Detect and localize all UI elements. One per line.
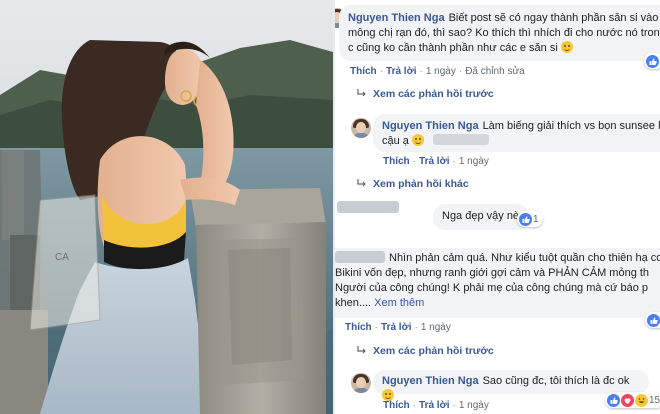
comment-text-line: cậu ạ <box>382 135 409 147</box>
comment-text-line: khen.... <box>335 297 375 309</box>
reply-link[interactable]: Trả lời <box>381 322 411 333</box>
like-reaction-icon <box>607 393 620 407</box>
comment-author[interactable]: Nguyen Thien Nga <box>348 12 445 24</box>
like-reaction-icon <box>647 313 660 327</box>
reaction-summary[interactable]: 1 <box>645 312 660 328</box>
like-link[interactable]: Thích <box>383 156 410 167</box>
view-previous-replies-label: Xem các phản hồi trước <box>373 88 494 100</box>
love-reaction-icon <box>621 393 634 407</box>
comment-text-line: Biết post sẽ có ngay thành phần săn si v… <box>448 12 660 24</box>
see-more-link[interactable]: Xem thêm <box>374 297 424 309</box>
smirk-emoji-icon <box>560 41 573 53</box>
view-previous-replies[interactable]: Xem các phản hồi trước <box>357 88 494 100</box>
photo: CA <box>0 0 333 414</box>
comment-time[interactable]: 1 ngày <box>426 66 456 77</box>
like-link[interactable]: Thích <box>345 322 372 333</box>
comment-time[interactable]: 1 ngày <box>459 156 489 167</box>
reply-link[interactable]: Trả lời <box>419 156 449 167</box>
comment-author[interactable]: Nguyen Thien Nga <box>382 375 479 387</box>
comment-actions: Thích · Trả lời · 1 ngày · Đã chỉnh sửa <box>350 66 525 77</box>
reply-arrow-icon <box>357 89 366 97</box>
view-other-replies-label: Xem phản hồi khác <box>373 178 469 190</box>
like-reaction-icon <box>646 54 659 68</box>
view-previous-replies-label: Xem các phản hồi trước <box>373 345 494 357</box>
comment-actions: Thích · Trả lời · 1 ngày <box>383 156 489 167</box>
comment-bubble: Nhìn phản cảm quá. Như kiểu tuột quần ch… <box>335 248 660 318</box>
comment-text-line: Làm biếng giải thích vs bọn sunsee lắ <box>482 120 660 132</box>
comment-actions: Thích · Trả lời · 1 ngày <box>383 400 489 411</box>
reaction-summary[interactable]: 15 <box>605 392 660 408</box>
reaction-summary[interactable]: 1 <box>517 211 543 227</box>
like-reaction-icon <box>519 212 532 226</box>
comment-text-line: c cũng ko cần thành phần như các e săn s… <box>348 42 558 54</box>
comment-text: Sao cũng đc, tôi thích là đc ok <box>482 375 630 387</box>
comment-text-line: mông chị rạn đó, thì sao? Ko thích thì n… <box>348 27 660 39</box>
blurred-author <box>335 251 385 263</box>
like-link[interactable]: Thích <box>383 400 410 411</box>
reply-link[interactable]: Trả lời <box>386 66 416 77</box>
comment-text: Nga đẹp vậy nè <box>442 210 520 222</box>
edited-label: Đã chỉnh sửa <box>465 66 525 77</box>
reply-arrow-icon <box>357 179 366 187</box>
reply-link[interactable]: Trả lời <box>419 400 449 411</box>
like-link[interactable]: Thích <box>350 66 377 77</box>
reaction-count: 15 <box>649 394 660 406</box>
comment-text-line: Người của công chúng! K phải mẹ của công… <box>335 282 649 294</box>
smile-emoji-icon <box>411 134 424 146</box>
reaction-summary[interactable] <box>644 53 660 69</box>
blurred-text <box>433 134 490 145</box>
comment-author[interactable]: Nguyen Thien Nga <box>382 120 479 132</box>
reply-arrow-icon <box>357 346 366 354</box>
comment-bubble: Nguyen Thien Nga Làm biếng giải thích vs … <box>373 114 660 152</box>
comment-text-line: Nhìn phản cảm quá. Như kiểu tuột quần ch… <box>389 252 660 264</box>
comment-text-line: Bikini vốn đẹp, nhưng ranh giới gợi cảm … <box>335 267 650 279</box>
haha-reaction-icon <box>635 393 648 407</box>
svg-text:CA: CA <box>55 252 69 263</box>
view-other-replies[interactable]: Xem phản hồi khác <box>357 178 469 190</box>
avatar[interactable] <box>351 118 371 138</box>
comment-bubble: Nguyen Thien Nga Sao cũng đc, tôi thích l… <box>373 370 649 401</box>
comments-panel: Nguyen Thien Nga Biết post sẽ có ngay thà… <box>335 0 660 414</box>
avatar[interactable] <box>351 373 371 393</box>
comment-time[interactable]: 1 ngày <box>421 322 451 333</box>
blurred-author <box>337 201 399 213</box>
comment-actions: Thích · Trả lời · 1 ngày <box>345 322 451 333</box>
reaction-count: 1 <box>533 213 539 225</box>
view-previous-replies[interactable]: Xem các phản hồi trước <box>357 345 494 357</box>
comment-time[interactable]: 1 ngày <box>459 400 489 411</box>
comment-bubble: Nguyen Thien Nga Biết post sẽ có ngay thà… <box>339 5 660 61</box>
comment-bubble: Nga đẹp vậy nè <box>433 204 529 230</box>
